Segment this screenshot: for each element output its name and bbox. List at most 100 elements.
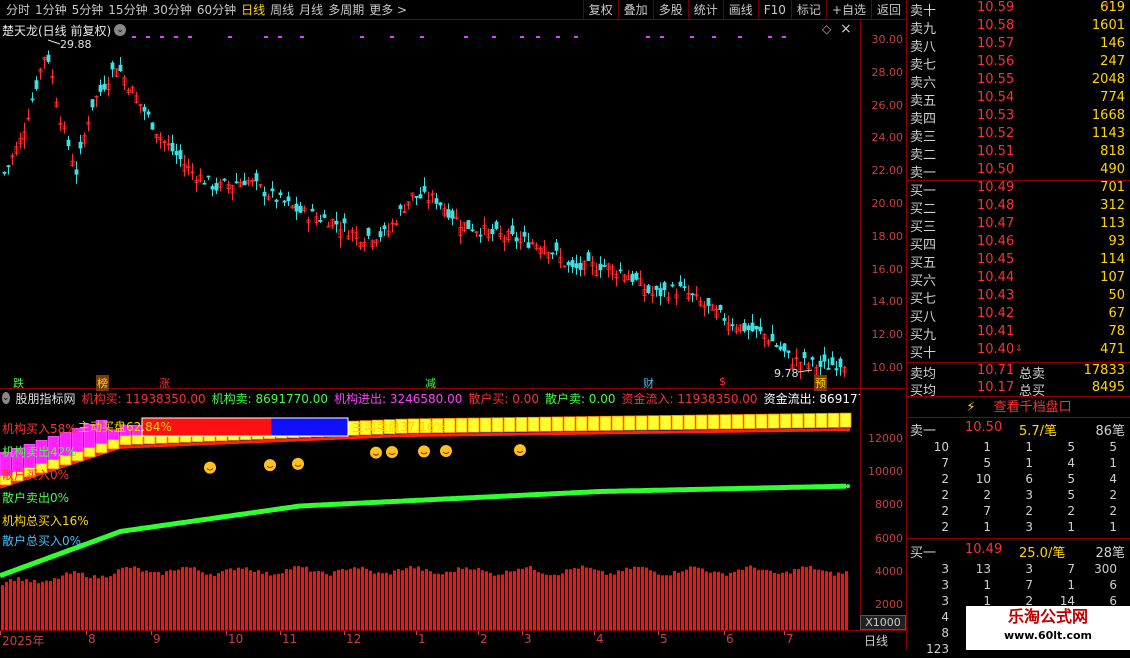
level-name: 卖七 <box>910 58 937 73</box>
event-marker[interactable]: 涨 <box>158 375 171 391</box>
order-row[interactable]: 卖二 10.51 818 <box>907 144 1130 163</box>
volume-bar <box>709 572 712 630</box>
smiley-icon <box>264 459 276 472</box>
signal-dot <box>646 36 650 38</box>
timeframe-tab[interactable]: 分时 <box>6 1 30 18</box>
candle-body <box>802 352 807 359</box>
toolbar-button[interactable]: 多股 <box>652 0 688 20</box>
date-tick <box>724 631 725 635</box>
level-volume: 93 <box>1108 234 1125 249</box>
date-tick <box>658 631 659 635</box>
indicator-chart[interactable] <box>0 406 860 630</box>
timeframe-tab[interactable]: 1分钟 <box>35 1 67 18</box>
chevron-down-icon[interactable]: ⌄ <box>114 24 127 36</box>
price-chart-pane[interactable] <box>0 20 860 388</box>
volume-bar <box>521 568 524 630</box>
diamond-icon[interactable]: ◇ <box>822 22 831 36</box>
toolbar-button[interactable]: 叠加 <box>617 0 653 20</box>
timeframe-tab[interactable]: 15分钟 <box>108 1 147 18</box>
order-row[interactable]: 买六 10.44 107 <box>907 270 1130 289</box>
order-row[interactable]: 卖七 10.56 247 <box>907 54 1130 73</box>
close-icon[interactable]: × <box>840 21 852 37</box>
event-marker[interactable]: $ <box>718 375 727 388</box>
candle-body <box>450 210 455 219</box>
yellow-block <box>131 434 144 445</box>
price-tick: 12.00 <box>871 328 904 342</box>
order-row[interactable]: 买四 10.46 93 <box>907 234 1130 253</box>
candle-body <box>66 139 71 147</box>
candle-body <box>378 231 383 238</box>
order-row[interactable]: 卖三 10.52 1143 <box>907 126 1130 145</box>
level-name: 买六 <box>910 274 937 289</box>
volume-bar <box>85 577 88 630</box>
volume-bar <box>233 570 236 630</box>
order-row[interactable]: 买三 10.47 113 <box>907 216 1130 235</box>
volume-bar <box>57 578 60 630</box>
price-tick: 18.00 <box>871 229 904 243</box>
volume-bar <box>237 567 240 630</box>
candle-body <box>214 183 219 191</box>
date-tick <box>594 631 595 635</box>
order-row[interactable]: 买一 10.49 701 <box>907 180 1130 199</box>
signal-dot <box>520 36 524 38</box>
yellow-block <box>671 414 684 430</box>
order-row[interactable]: 买五 10.45 114 <box>907 252 1130 271</box>
signal-dot <box>264 36 268 38</box>
candle-body <box>586 252 591 261</box>
volume-bar <box>189 567 192 630</box>
candle-body <box>494 221 499 229</box>
toolbar-button[interactable]: 复权 <box>582 0 618 20</box>
event-marker[interactable]: 减 <box>424 375 437 391</box>
order-row[interactable]: 卖十 10.59 619 <box>907 0 1130 19</box>
indicator-pane[interactable] <box>0 406 860 630</box>
timeframe-tab[interactable]: 更多 > <box>369 1 407 18</box>
axis-unit[interactable]: X1000 <box>860 615 906 630</box>
yellow-block <box>731 414 744 430</box>
timeframe-tab[interactable]: 30分钟 <box>153 1 192 18</box>
date-label: 9 <box>153 632 161 646</box>
order-row[interactable]: 买九 10.41 78 <box>907 324 1130 343</box>
order-row[interactable]: 买八 10.42 67 <box>907 306 1130 325</box>
order-row[interactable]: 买七 10.43 50 <box>907 288 1130 307</box>
volume-bar <box>601 571 604 630</box>
timeframe-tab[interactable]: 周线 <box>270 1 294 18</box>
order-row[interactable]: 卖四 10.53 1668 <box>907 108 1130 127</box>
queue-cell: 5 <box>1067 472 1075 486</box>
order-row[interactable]: 卖一 10.50 490 <box>907 162 1130 181</box>
event-marker[interactable]: 榜 <box>96 375 109 391</box>
period-label[interactable]: 日线 <box>864 632 888 649</box>
order-row[interactable]: 卖八 10.57 146 <box>907 36 1130 55</box>
event-marker[interactable]: 财 <box>642 375 655 391</box>
candlestick-chart[interactable] <box>0 20 860 388</box>
event-marker[interactable]: 跌 <box>12 375 25 391</box>
toolbar-button[interactable]: 画线 <box>722 0 758 20</box>
toolbar-button[interactable]: 标记 <box>790 0 826 20</box>
timeframe-tab[interactable]: 多周期 <box>328 1 364 18</box>
toolbar-button[interactable]: 返回 <box>870 0 906 20</box>
volume-bar <box>17 577 20 630</box>
order-row[interactable]: 卖五 10.54 774 <box>907 90 1130 109</box>
volume-bar <box>453 571 456 630</box>
candle-body <box>118 64 123 72</box>
order-row[interactable]: 卖九 10.58 1601 <box>907 18 1130 37</box>
timeframe-tab[interactable]: 60分钟 <box>197 1 236 18</box>
event-marker[interactable]: 预 <box>814 375 827 391</box>
order-row[interactable]: 买二 10.48 312 <box>907 198 1130 217</box>
line-end-dot <box>846 484 850 489</box>
toolbar-button[interactable]: 统计 <box>687 0 723 20</box>
toolbar-button[interactable]: +自选 <box>825 0 871 20</box>
price-tick: 14.00 <box>871 295 904 309</box>
chevron-down-icon[interactable]: ⌄ <box>2 392 10 404</box>
timeframe-tab[interactable]: 5分钟 <box>72 1 104 18</box>
timeframe-tab[interactable]: 月线 <box>299 1 323 18</box>
indicator-name[interactable]: 股朋指标网 <box>16 390 76 406</box>
timeframe-tab[interactable]: 日线 <box>241 1 265 18</box>
high-marker-line <box>47 39 61 45</box>
candle-body <box>570 260 575 268</box>
average-price: 10.17 <box>977 380 1015 395</box>
volume-bar <box>433 573 436 630</box>
view-queue-button[interactable]: ⚡ 查看千档盘口 <box>907 396 1130 418</box>
volume-bar <box>625 567 628 630</box>
toolbar-button[interactable]: F10 <box>757 0 791 20</box>
order-row[interactable]: 卖六 10.55 2048 <box>907 72 1130 91</box>
